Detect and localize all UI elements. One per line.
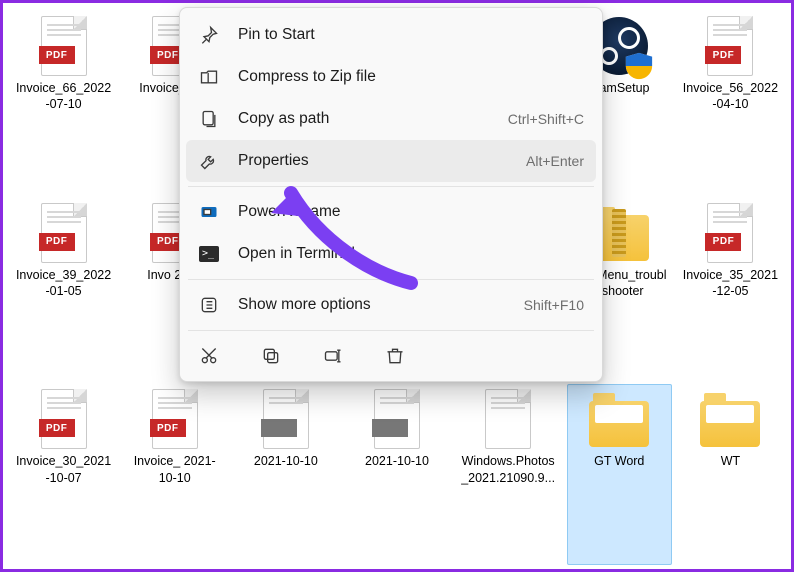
file-label: Invoice_ 2021-10-10 — [125, 453, 224, 486]
file-pdf[interactable]: PDF Invoice_35_2021-12-05 — [678, 198, 783, 379]
menu-copy-as-path[interactable]: Copy as path Ctrl+Shift+C — [186, 98, 596, 140]
file-pdf[interactable]: PDF Invoice_30_2021-10-07 — [11, 384, 116, 565]
more-options-icon — [198, 294, 220, 316]
pin-icon — [198, 24, 220, 46]
menu-powerrename[interactable]: PowerRename — [186, 191, 596, 233]
menu-show-more-options[interactable]: Show more options Shift+F10 — [186, 284, 596, 326]
menu-separator — [188, 330, 594, 331]
pdf-icon — [256, 389, 316, 449]
copy-path-icon — [198, 108, 220, 130]
file-label: GT Word — [594, 453, 644, 469]
pdf-icon: PDF — [34, 203, 94, 263]
menu-pin-to-start[interactable]: Pin to Start — [186, 14, 596, 56]
rename-icon[interactable] — [320, 343, 346, 369]
pdf-icon — [367, 389, 427, 449]
menu-label: Compress to Zip file — [238, 68, 584, 86]
file-pdf[interactable]: 2021-10-10 — [233, 384, 338, 565]
file-label: Invoice_39_2022-01-05 — [14, 267, 113, 300]
folder-gt-word[interactable]: GT Word — [567, 384, 672, 565]
context-menu: Pin to Start Compress to Zip file Copy a… — [179, 7, 603, 382]
file-label: Invoice_66_2022-07-10 — [14, 80, 113, 113]
menu-label: Copy as path — [238, 110, 490, 128]
menu-label: Open in Terminal — [238, 245, 584, 263]
file-pdf[interactable]: PDF Invoice_56_2022-04-10 — [678, 11, 783, 192]
menu-action-row — [186, 335, 596, 375]
menu-label: PowerRename — [238, 203, 584, 221]
menu-shortcut: Alt+Enter — [526, 153, 584, 169]
file-label: 2021-10-10 — [365, 453, 429, 469]
file-label: Invoice_56_2022-04-10 — [681, 80, 780, 113]
menu-open-terminal[interactable]: >_ Open in Terminal — [186, 233, 596, 275]
file-label: WT — [721, 453, 740, 469]
zip-icon — [198, 66, 220, 88]
menu-label: Show more options — [238, 296, 506, 314]
powerrename-icon — [198, 201, 220, 223]
file-pdf[interactable]: PDF Invoice_39_2022-01-05 — [11, 198, 116, 379]
menu-label: Pin to Start — [238, 26, 584, 44]
folder-wt[interactable]: WT — [678, 384, 783, 565]
pdf-icon: PDF — [700, 203, 760, 263]
wrench-icon — [198, 150, 220, 172]
menu-properties[interactable]: Properties Alt+Enter — [186, 140, 596, 182]
file-pdf[interactable]: 2021-10-10 — [344, 384, 449, 565]
package-icon — [478, 389, 538, 449]
cut-icon[interactable] — [196, 343, 222, 369]
file-pdf[interactable]: PDF Invoice_ 2021-10-10 — [122, 384, 227, 565]
file-appx[interactable]: Windows.Photos_2021.21090.9... — [456, 384, 561, 565]
delete-icon[interactable] — [382, 343, 408, 369]
menu-separator — [188, 279, 594, 280]
menu-shortcut: Shift+F10 — [524, 297, 584, 313]
file-label: Invoice_30_2021-10-07 — [14, 453, 113, 486]
pdf-icon: PDF — [700, 16, 760, 76]
file-label: Invoice_35_2021-12-05 — [681, 267, 780, 300]
pdf-icon: PDF — [34, 16, 94, 76]
menu-shortcut: Ctrl+Shift+C — [508, 111, 584, 127]
pdf-icon: PDF — [145, 389, 205, 449]
folder-icon — [700, 389, 760, 449]
terminal-icon: >_ — [198, 243, 220, 265]
menu-label: Properties — [238, 152, 508, 170]
file-label: 2021-10-10 — [254, 453, 318, 469]
menu-compress-zip[interactable]: Compress to Zip file — [186, 56, 596, 98]
folder-icon — [589, 389, 649, 449]
file-label: Windows.Photos_2021.21090.9... — [459, 453, 558, 486]
file-pdf[interactable]: PDF Invoice_66_2022-07-10 — [11, 11, 116, 192]
copy-icon[interactable] — [258, 343, 284, 369]
pdf-icon: PDF — [34, 389, 94, 449]
menu-separator — [188, 186, 594, 187]
